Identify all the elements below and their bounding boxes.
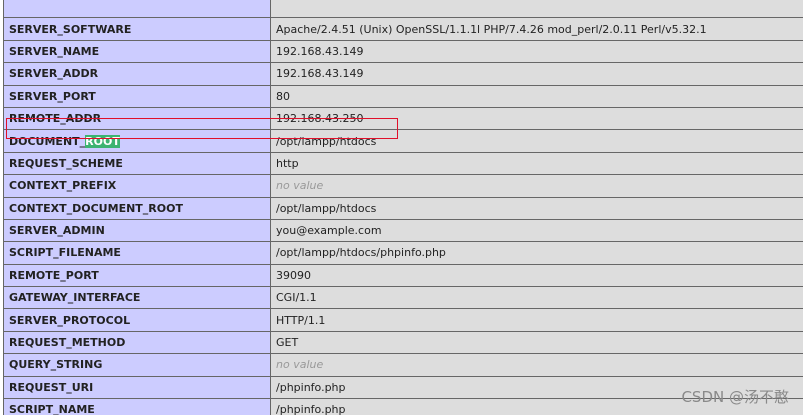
variable-name: GATEWAY_INTERFACE [3, 286, 271, 310]
variable-name: SERVER_PROTOCOL [3, 308, 271, 332]
table-row: SCRIPT_FILENAME /opt/lampp/htdocs/phpinf… [3, 241, 803, 265]
variable-value: Apache/2.4.51 (Unix) OpenSSL/1.1.1l PHP/… [270, 17, 803, 41]
variable-name: REQUEST_SCHEME [3, 151, 271, 176]
variable-value: HTTP/1.1 [270, 308, 803, 332]
variable-name: CONTEXT_DOCUMENT_ROOT [3, 196, 271, 220]
variable-name: SERVER_SOFTWARE [3, 17, 271, 41]
variable-name: REMOTE_ADDR [3, 106, 271, 131]
table-row: SERVER_SOFTWARE Apache/2.4.51 (Unix) Ope… [3, 17, 803, 41]
table-row: SERVER_PORT 80 [3, 84, 803, 108]
variable-name: CONTEXT_PREFIX [3, 174, 271, 198]
variable-value: 192.168.43.149 [270, 39, 803, 64]
table-row: REQUEST_METHOD GET [3, 330, 803, 355]
variable-value [270, 0, 803, 19]
variable-name: SERVER_PORT [3, 84, 271, 108]
table-row-document-root: DOCUMENT_ROOT /opt/lampp/htdocs [3, 129, 803, 153]
csdn-watermark: CSDN @汤不憨 [681, 388, 789, 406]
no-value-text: no value [276, 179, 324, 193]
variable-value: no value [270, 353, 803, 377]
variable-name: QUERY_STRING [3, 353, 271, 377]
variable-value: /opt/lampp/htdocs [270, 129, 803, 153]
variable-value: 39090 [270, 263, 803, 288]
table-row [3, 0, 803, 19]
table-row: SERVER_NAME 192.168.43.149 [3, 39, 803, 64]
table-row: REQUEST_SCHEME http [3, 151, 803, 176]
variable-name [3, 0, 271, 19]
variable-name: SERVER_ADDR [3, 62, 271, 86]
table-row: SERVER_PROTOCOL HTTP/1.1 [3, 308, 803, 332]
variable-value: /opt/lampp/htdocs [270, 196, 803, 220]
variable-value: /opt/lampp/htdocs/phpinfo.php [270, 241, 803, 265]
server-variables-table: SERVER_SOFTWARE Apache/2.4.51 (Unix) Ope… [3, 0, 803, 415]
table-row: REMOTE_PORT 39090 [3, 263, 803, 288]
variable-name: SERVER_NAME [3, 39, 271, 64]
variable-name: SCRIPT_NAME [3, 398, 271, 415]
variable-value: no value [270, 174, 803, 198]
table-row: CONTEXT_DOCUMENT_ROOT /opt/lampp/htdocs [3, 196, 803, 220]
variable-name: REQUEST_URI [3, 375, 271, 400]
variable-name-prefix: DOCUMENT_ [9, 134, 86, 148]
table-row: QUERY_STRING no value [3, 353, 803, 377]
phpinfo-page: SERVER_SOFTWARE Apache/2.4.51 (Unix) Ope… [0, 0, 803, 415]
variable-value: http [270, 151, 803, 176]
variable-value: 192.168.43.250 [270, 106, 803, 131]
variable-name: REQUEST_METHOD [3, 330, 271, 355]
table-row: REMOTE_ADDR 192.168.43.250 [3, 106, 803, 131]
variable-name: SERVER_ADMIN [3, 218, 271, 243]
variable-value: CGI/1.1 [270, 286, 803, 310]
variable-value: you@example.com [270, 218, 803, 243]
table-row: GATEWAY_INTERFACE CGI/1.1 [3, 286, 803, 310]
variable-value: GET [270, 330, 803, 355]
variable-name: SCRIPT_FILENAME [3, 241, 271, 265]
search-highlight: ROOT [85, 134, 120, 148]
variable-value: 192.168.43.149 [270, 62, 803, 86]
table-row: SERVER_ADMIN you@example.com [3, 218, 803, 243]
no-value-text: no value [276, 358, 324, 372]
table-row: CONTEXT_PREFIX no value [3, 174, 803, 198]
table-row: SERVER_ADDR 192.168.43.149 [3, 62, 803, 86]
variable-name: DOCUMENT_ROOT [3, 129, 271, 153]
variable-value: 80 [270, 84, 803, 108]
variable-name: REMOTE_PORT [3, 263, 271, 288]
